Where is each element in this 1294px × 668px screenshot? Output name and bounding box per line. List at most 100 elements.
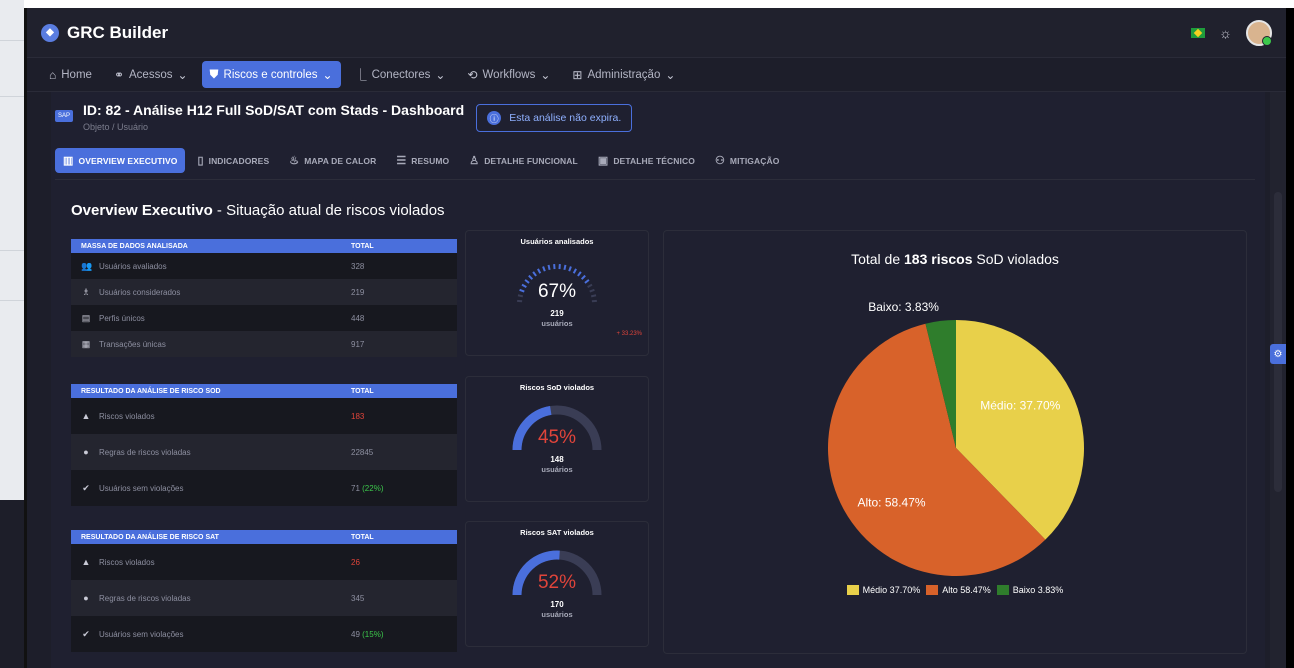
row-value: 328 bbox=[351, 261, 365, 271]
tab-indicadores[interactable]: ▯ INDICADORES bbox=[189, 148, 277, 173]
table-row: ▲ Riscos violados 26 bbox=[71, 544, 457, 580]
row-label: Transações únicas bbox=[99, 339, 166, 349]
tab-mapa-de-calor[interactable]: ♨ MAPA DE CALOR bbox=[281, 148, 384, 173]
gauge-tick bbox=[580, 274, 586, 280]
row-value-cell: 22845 bbox=[351, 448, 447, 457]
tab-label: RESUMO bbox=[411, 155, 450, 166]
nav-item-conectores[interactable]: ⎿ Conectores ⌄ bbox=[347, 60, 454, 89]
row-label: Perfis únicos bbox=[99, 313, 145, 323]
main-nav: ⌂ Home ⚭ Acessos ⌄ ⛊ Riscos e controles ⌄ ⎿ Conec… bbox=[27, 58, 1286, 92]
tab-detalhe-funcional[interactable]: ♙ DETALHE FUNCIONAL bbox=[461, 148, 586, 173]
workflow-icon: ⟲ bbox=[467, 67, 478, 82]
screen: ◆ GRC Builder ☼ ⌂ Home ⚭ Acessos ⌄ ⛊ Riscos e … bbox=[0, 0, 1294, 668]
tab-label: DETALHE FUNCIONAL bbox=[484, 155, 578, 166]
table-row: ✔ Usuários sem violações 49 (15%) bbox=[71, 616, 457, 652]
gauge-title: Usuários analisados bbox=[520, 237, 594, 246]
row-label-cell: ▲ Riscos violados bbox=[81, 557, 351, 567]
tab-overview-executivo[interactable]: ▥ OVERVIEW EXECUTIVO bbox=[55, 148, 186, 173]
settings-gear-icon[interactable]: ⚙ bbox=[1270, 344, 1286, 364]
gauge-tick bbox=[563, 264, 567, 271]
legend-swatch bbox=[846, 585, 859, 595]
nav-item-label: Acessos bbox=[129, 68, 173, 81]
gauge-count: 219 bbox=[550, 309, 564, 318]
user-check-icon: ♗ bbox=[81, 286, 91, 297]
background-window-dark[interactable] bbox=[0, 500, 24, 668]
warning-icon: ▲ bbox=[81, 557, 91, 567]
user-avatar[interactable] bbox=[1246, 19, 1272, 46]
gauge-tick bbox=[532, 271, 537, 277]
legend-label: Baixo 3.83% bbox=[1012, 585, 1064, 595]
indicator-icon: ▯ bbox=[197, 155, 204, 167]
tab-label: MITIGAÇÃO bbox=[729, 155, 780, 166]
tab-mitiga-o[interactable]: ⚇ MITIGAÇÃO bbox=[707, 148, 788, 173]
row-value: 49 bbox=[351, 629, 360, 639]
tab-label: MAPA DE CALOR bbox=[304, 155, 377, 166]
pie-label-baixo: Baixo: 3.83% bbox=[868, 300, 939, 314]
user-list-icon: ♙ bbox=[469, 155, 480, 167]
tab-resumo[interactable]: ☰ RESUMO bbox=[388, 148, 457, 173]
legend-item[interactable]: Baixo 3.83% bbox=[996, 585, 1064, 595]
row-value: 22845 bbox=[351, 447, 374, 457]
expiry-badge: ⓘ Esta análise não expira. bbox=[476, 104, 633, 132]
nav-item-acessos[interactable]: ⚭ Acessos ⌄ bbox=[106, 62, 196, 88]
brand[interactable]: ◆ GRC Builder bbox=[41, 23, 168, 43]
row-label: Usuários considerados bbox=[99, 287, 181, 297]
data-table: MASSA DE DADOS ANALISADA TOTAL 👥 Usuários a… bbox=[71, 239, 457, 357]
row-value-cell: 26 bbox=[351, 558, 447, 567]
table-header-total: TOTAL bbox=[351, 533, 374, 541]
row-value: 448 bbox=[351, 313, 365, 323]
row-label-cell: ▤ Perfis únicos bbox=[81, 313, 351, 324]
table-header-total: TOTAL bbox=[351, 242, 374, 250]
row-label-cell: ● Regras de riscos violadas bbox=[81, 447, 351, 457]
row-value-cell: 328 bbox=[351, 262, 447, 271]
row-value: 219 bbox=[351, 287, 365, 297]
nav-item-label: Workflows bbox=[482, 68, 536, 81]
tab-label: DETALHE TÉCNICO bbox=[613, 155, 695, 166]
legend-item[interactable]: Médio 37.70% bbox=[846, 585, 920, 595]
nav-item-workflows[interactable]: ⟲ Workflows ⌄ bbox=[459, 62, 558, 88]
grid-icon: ⊞ bbox=[572, 67, 583, 82]
pie-legend: Médio 37.70% Alto 58.47% Baixo 3.83% bbox=[664, 585, 1246, 595]
gauge-percent: 52% bbox=[537, 572, 577, 593]
chevron-down-icon: ⌄ bbox=[540, 67, 551, 82]
row-label-cell: ▲ Riscos violados bbox=[81, 411, 351, 421]
theme-toggle-icon[interactable]: ☼ bbox=[1219, 25, 1232, 41]
nav-item-riscos-e-controles[interactable]: ⛊ Riscos e controles ⌄ bbox=[201, 61, 341, 88]
table-header-total: TOTAL bbox=[351, 387, 374, 395]
data-table: RESULTADO DA ANÁLISE DE RISCO SOD TOTAL ▲ R… bbox=[71, 384, 457, 506]
legend-label: Alto 58.47% bbox=[942, 585, 991, 595]
profile-icon: ▤ bbox=[81, 312, 91, 323]
chevron-down-icon: ⌄ bbox=[665, 67, 676, 82]
row-label-cell: ✔ Usuários sem violações bbox=[81, 483, 351, 494]
table-row: 👥 Usuários avaliados 328 bbox=[71, 253, 457, 279]
row-label-cell: ▦ Transações únicas bbox=[81, 339, 351, 350]
table-header-title: RESULTADO DA ANÁLISE DE RISCO SOD bbox=[81, 387, 221, 395]
nav-item-administra-o[interactable]: ⊞ Administração ⌄ bbox=[564, 62, 683, 88]
brazil-flag-icon[interactable] bbox=[1191, 27, 1206, 38]
legend-item[interactable]: Alto 58.47% bbox=[926, 585, 991, 595]
tab-detalhe-t-cnico[interactable]: ▣ DETALHE TÉCNICO bbox=[590, 148, 703, 173]
scrollbar-thumb[interactable] bbox=[1274, 192, 1282, 492]
row-value: 26 bbox=[351, 557, 360, 567]
warning-icon: ▲ bbox=[81, 411, 91, 421]
nav-item-label: Administração bbox=[587, 68, 661, 81]
alert-circle-icon: ● bbox=[83, 593, 89, 603]
vertical-scrollbar[interactable] bbox=[1270, 92, 1286, 668]
table-row: ● Regras de riscos violadas 345 bbox=[71, 580, 457, 616]
gauge-percent: 45% bbox=[537, 427, 577, 448]
transaction-icon: ▦ bbox=[81, 338, 91, 349]
row-label: Usuários avaliados bbox=[99, 261, 167, 271]
nav-item-home[interactable]: ⌂ Home bbox=[41, 62, 100, 88]
gauge-tick bbox=[572, 268, 577, 274]
pie-chart-card: Total de 183 riscos SoD violados Médio: … bbox=[663, 230, 1247, 654]
gauge-tick bbox=[537, 268, 542, 274]
nav-item-label: Conectores bbox=[371, 68, 431, 81]
legend-swatch bbox=[926, 585, 939, 595]
users-icon: ⚇ bbox=[714, 155, 725, 167]
table-row: ✔ Usuários sem violações 71 (22%) bbox=[71, 470, 457, 506]
chart-icon: ▥ bbox=[63, 155, 74, 167]
page-subtitle: Objeto / Usuário bbox=[83, 122, 149, 132]
pie-chart: Médio: 37.70% Alto: 58.47% Baixo: 3.83% bbox=[828, 300, 1084, 576]
pie-label-médio: Médio: 37.70% bbox=[980, 399, 1060, 413]
row-value-cell: 917 bbox=[351, 340, 447, 349]
